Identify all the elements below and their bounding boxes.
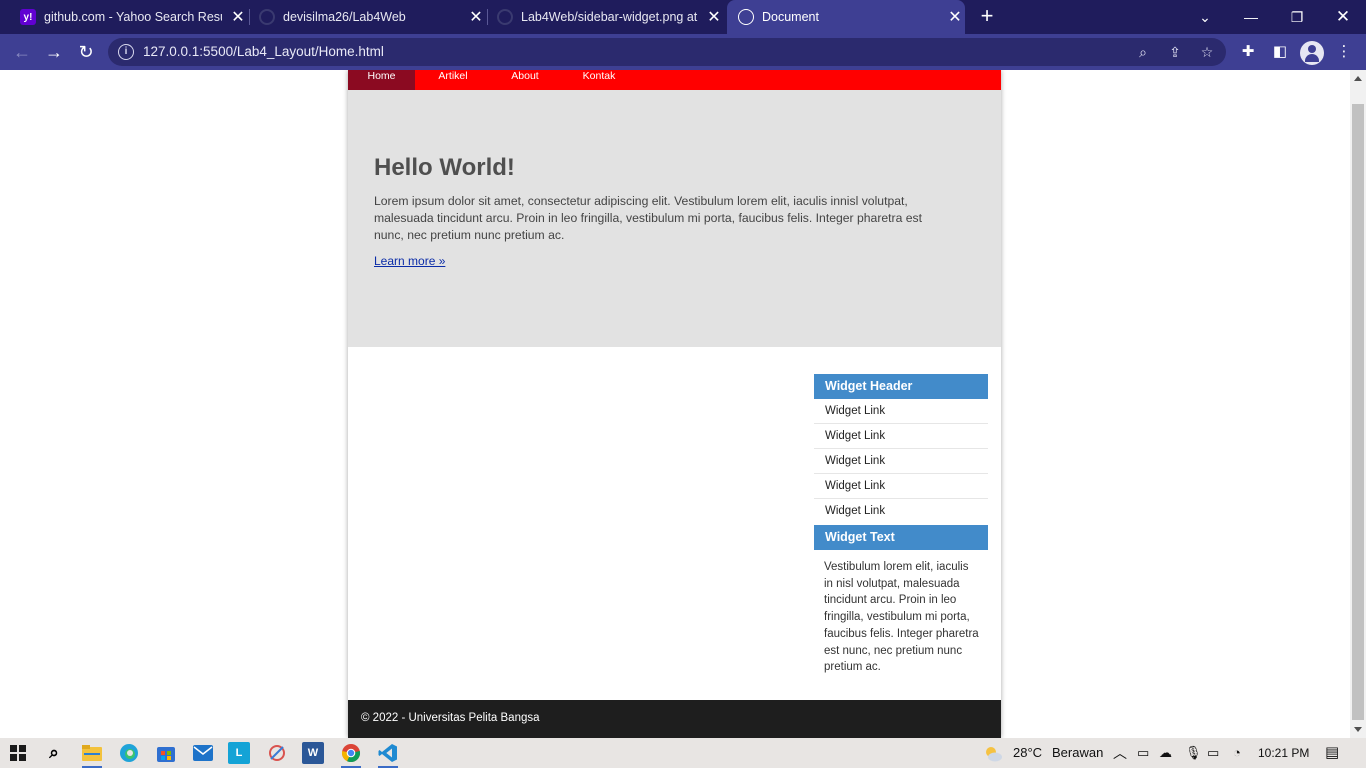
- file-explorer-icon[interactable]: [80, 741, 104, 768]
- widget-link[interactable]: Widget Link: [814, 399, 988, 424]
- tab-github-repo[interactable]: devisilma26/Lab4Web ✕: [252, 0, 486, 34]
- vscode-icon[interactable]: [376, 741, 400, 768]
- browser-toolbar: ← → ↻ i 127.0.0.1:5500/Lab4_Layout/Home.…: [0, 34, 1366, 70]
- microphone-icon[interactable]: 🎙: [1185, 738, 1202, 768]
- hero-title: Hello World!: [374, 154, 515, 181]
- tab-title: Lab4Web/sidebar-widget.png at: [521, 10, 698, 24]
- weather-temperature: 28°C: [1013, 745, 1043, 760]
- nav-kontak[interactable]: Kontak: [568, 70, 630, 90]
- notifications-icon[interactable]: ▤: [1325, 738, 1339, 768]
- wifi-icon[interactable]: ◔: [1233, 738, 1241, 768]
- nav-about[interactable]: About: [494, 70, 556, 90]
- tab-strip: y! github.com - Yahoo Search Resul ✕ dev…: [0, 0, 1366, 34]
- weather-condition: Berawan: [1052, 745, 1104, 760]
- close-tab-icon[interactable]: ✕: [945, 7, 965, 27]
- globe-icon: [738, 9, 754, 25]
- nav-home[interactable]: Home: [348, 70, 415, 90]
- tray-overflow-chevron-icon[interactable]: ︿: [1113, 738, 1127, 768]
- bookmark-star-icon[interactable]: ☆: [1198, 43, 1216, 61]
- scroll-thumb[interactable]: [1352, 104, 1364, 720]
- nav-artikel[interactable]: Artikel: [423, 70, 483, 90]
- tab-title: github.com - Yahoo Search Resul: [44, 10, 222, 24]
- mail-icon[interactable]: [191, 741, 215, 765]
- widget-link[interactable]: Widget Link: [814, 449, 988, 474]
- github-icon: [497, 9, 513, 25]
- widget-text-header: Widget Text: [814, 525, 988, 550]
- page-footer: © 2022 - Universitas Pelita Bangsa: [348, 700, 1001, 738]
- github-icon: [259, 9, 275, 25]
- word-icon[interactable]: W: [302, 742, 324, 764]
- page-container: Home Artikel About Kontak Hello World! L…: [348, 70, 1001, 738]
- profile-avatar[interactable]: [1300, 41, 1324, 65]
- meet-now-icon[interactable]: ▭: [1137, 738, 1149, 768]
- onedrive-cloud-icon[interactable]: ☁: [1159, 738, 1172, 768]
- close-tab-icon[interactable]: ✕: [228, 7, 248, 27]
- widget-text-body: Vestibulum lorem elit, iaculis in nisl v…: [824, 561, 979, 674]
- snipping-tool-icon[interactable]: [265, 741, 289, 765]
- main-nav: Home Artikel About Kontak: [348, 70, 1001, 90]
- clock-time[interactable]: 10:21 PM: [1258, 738, 1309, 768]
- hero-section: Hello World! Lorem ipsum dolor sit amet,…: [348, 90, 1001, 347]
- windows-start-icon[interactable]: [6, 741, 30, 765]
- page-viewport: Home Artikel About Kontak Hello World! L…: [0, 70, 1350, 738]
- tab-github-file[interactable]: Lab4Web/sidebar-widget.png at ✕: [490, 0, 724, 34]
- weather-icon[interactable]: [983, 738, 1003, 768]
- close-window-button[interactable]: ✕: [1320, 0, 1366, 34]
- microsoft-store-icon[interactable]: [154, 741, 178, 765]
- app-l-icon[interactable]: L: [228, 742, 250, 764]
- learn-more-link[interactable]: Learn more »: [374, 254, 445, 268]
- reload-button[interactable]: ↻: [74, 40, 98, 64]
- edge-browser-icon[interactable]: [117, 741, 141, 765]
- scroll-up-arrow-icon[interactable]: [1354, 76, 1362, 81]
- address-bar[interactable]: i 127.0.0.1:5500/Lab4_Layout/Home.html ⌕…: [108, 38, 1226, 66]
- windows-taskbar: ⌕ L W 28°C Berawan ︿ ▭ ☁ 🎙 ▭ ◔ 10:21 PM …: [0, 738, 1366, 768]
- yahoo-icon: y!: [20, 9, 36, 25]
- back-button[interactable]: ←: [10, 40, 34, 64]
- share-icon[interactable]: ⇪: [1166, 43, 1184, 61]
- tab-search-chevron-icon[interactable]: ⌄: [1182, 0, 1228, 34]
- widget-link[interactable]: Widget Link: [814, 499, 988, 524]
- extensions-icon[interactable]: ✚: [1238, 42, 1258, 62]
- close-tab-icon[interactable]: ✕: [704, 7, 724, 27]
- restore-button[interactable]: ❐: [1274, 0, 1320, 34]
- forward-button[interactable]: →: [42, 40, 66, 64]
- close-tab-icon[interactable]: ✕: [466, 7, 486, 27]
- minimize-button[interactable]: —: [1228, 0, 1274, 34]
- tab-title: Document: [762, 10, 819, 24]
- tab-title: devisilma26/Lab4Web: [283, 10, 406, 24]
- new-tab-button[interactable]: +: [975, 5, 999, 29]
- zoom-icon[interactable]: ⌕: [1134, 43, 1152, 61]
- widget-link[interactable]: Widget Link: [814, 474, 988, 499]
- tab-document[interactable]: Document ✕: [727, 0, 965, 34]
- page-scrollbar[interactable]: [1350, 70, 1366, 738]
- menu-kebab-icon[interactable]: ⋮: [1334, 42, 1354, 62]
- widget-link[interactable]: Widget Link: [814, 424, 988, 449]
- chrome-icon[interactable]: [339, 741, 363, 768]
- site-info-icon[interactable]: i: [118, 44, 134, 60]
- side-panel-icon[interactable]: ◧: [1270, 42, 1290, 62]
- tab-yahoo-search[interactable]: y! github.com - Yahoo Search Resul ✕: [14, 0, 248, 34]
- search-icon[interactable]: ⌕: [42, 741, 66, 765]
- hero-text: Lorem ipsum dolor sit amet, consectetur …: [374, 194, 923, 242]
- battery-icon[interactable]: ▭: [1207, 738, 1219, 768]
- widget-header: Widget Header: [814, 374, 988, 399]
- scroll-down-arrow-icon[interactable]: [1354, 727, 1362, 732]
- url-text: 127.0.0.1:5500/Lab4_Layout/Home.html: [143, 44, 384, 59]
